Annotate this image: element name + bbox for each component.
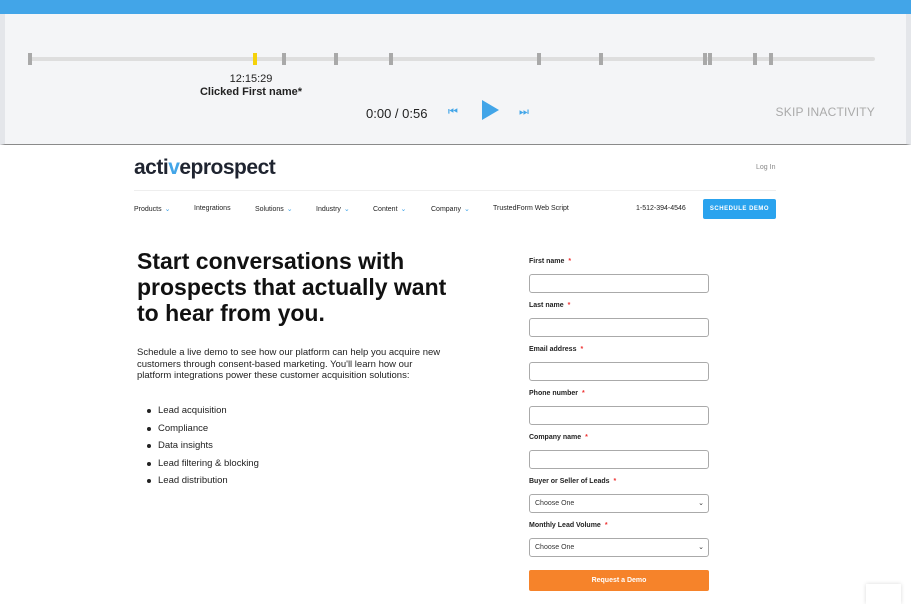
play-icon[interactable] [482, 100, 499, 120]
list-item: Compliance [147, 423, 259, 441]
nav-item[interactable]: Industry ⌄ [316, 205, 350, 213]
nav-item[interactable]: Products ⌄ [134, 205, 171, 213]
nav-label: Company [431, 206, 461, 213]
field-label: Buyer or Seller of Leads * [529, 478, 709, 489]
chevron-down-icon: ⌄ [698, 544, 704, 551]
text-input[interactable] [529, 274, 709, 293]
required-mark: * [568, 258, 572, 265]
required-mark: * [580, 346, 584, 353]
select-field[interactable]: Choose One ⌄ [529, 538, 709, 557]
label-text: Email address [529, 346, 577, 353]
required-mark: * [613, 478, 617, 485]
timeline-marker[interactable] [537, 53, 541, 65]
field-label: Phone number * [529, 390, 709, 401]
nav-item[interactable]: Content ⌄ [373, 205, 406, 213]
text-input[interactable] [529, 362, 709, 381]
chevron-down-icon: ⌄ [343, 206, 350, 213]
time-display: 0:00 / 0:56 [366, 106, 428, 121]
phone-number[interactable]: 1-512-394-4546 [636, 205, 686, 212]
demo-form: First name * Last name * Email address * Phone… [529, 258, 709, 591]
logo-text: eprospect [179, 156, 276, 179]
required-mark: * [604, 522, 608, 529]
nav-item[interactable]: Integrations [194, 205, 231, 212]
timeline-marker[interactable] [599, 53, 603, 65]
label-text: First name [529, 258, 565, 265]
logo-accent: v [168, 156, 180, 179]
timeline-marker[interactable] [708, 53, 712, 65]
label-text: Last name [529, 302, 564, 309]
text-input[interactable] [529, 450, 709, 469]
field-label: Email address * [529, 346, 709, 357]
list-item: Data insights [147, 440, 259, 458]
chevron-down-icon: ⌄ [400, 206, 407, 213]
nav-item[interactable]: TrustedForm Web Script [493, 205, 569, 212]
timeline-marker[interactable] [389, 53, 393, 65]
field-label: Monthly Lead Volume * [529, 522, 709, 533]
logo-text: acti [134, 156, 169, 179]
field-label: Last name * [529, 302, 709, 313]
skip-back-icon[interactable]: ⏮ [448, 106, 458, 119]
nav-item[interactable]: Solutions ⌄ [255, 205, 293, 213]
timeline-marker[interactable] [769, 53, 773, 65]
logo[interactable]: activeprospect [134, 156, 276, 180]
chevron-down-icon: ⌄ [286, 206, 293, 213]
nav-label: TrustedForm Web Script [493, 205, 569, 212]
label-text: Buyer or Seller of Leads [529, 478, 610, 485]
tooltip-time: 12:15:29 [229, 73, 273, 85]
field-label: Company name * [529, 434, 709, 445]
top-accent-bar [0, 0, 911, 14]
timeline-marker[interactable] [334, 53, 338, 65]
timeline-marker-active[interactable] [253, 53, 257, 65]
request-demo-button[interactable]: Request a Demo [529, 570, 709, 591]
page-title: Start conversations with prospects that … [137, 248, 447, 326]
select-value: Choose One [535, 500, 575, 507]
chevron-down-icon: ⌄ [164, 206, 171, 213]
label-text: Phone number [529, 390, 579, 397]
nav-label: Content [373, 206, 398, 213]
nav-label: Integrations [194, 205, 231, 212]
label-text: Company name [529, 434, 582, 441]
timeline-marker[interactable] [703, 53, 707, 65]
timeline-marker[interactable] [282, 53, 286, 65]
skip-forward-icon[interactable]: ⏭ [519, 106, 529, 119]
timeline-track[interactable] [30, 57, 875, 61]
required-mark: * [585, 434, 588, 441]
solutions-list: Lead acquisition Compliance Data insight… [147, 405, 259, 493]
chat-widget[interactable] [866, 584, 901, 604]
divider [134, 190, 776, 191]
timeline-marker[interactable] [753, 53, 757, 65]
select-value: Choose One [535, 544, 575, 551]
event-tooltip: 12:15:29 Clicked First name* [181, 73, 321, 99]
list-item: Lead distribution [147, 475, 259, 493]
nav-label: Industry [316, 206, 341, 213]
list-item: Lead acquisition [147, 405, 259, 423]
chevron-down-icon: ⌄ [698, 500, 704, 507]
timeline-marker[interactable] [28, 53, 32, 65]
required-mark: * [567, 302, 571, 309]
text-input[interactable] [529, 318, 709, 337]
field-label: First name * [529, 258, 709, 269]
nav-label: Solutions [255, 206, 284, 213]
chevron-down-icon: ⌄ [463, 206, 470, 213]
skip-inactivity-toggle[interactable]: SKIP INACTIVITY [776, 105, 875, 119]
nav-item[interactable]: Company ⌄ [431, 205, 470, 213]
intro-text: Schedule a live demo to see how our plat… [137, 347, 441, 381]
required-mark: * [582, 390, 585, 397]
login-link[interactable]: Log In [756, 164, 775, 171]
tooltip-event: Clicked First name* [199, 86, 303, 98]
select-field[interactable]: Choose One ⌄ [529, 494, 709, 513]
schedule-demo-button[interactable]: SCHEDULE DEMO [703, 199, 776, 219]
list-item: Lead filtering & blocking [147, 458, 259, 476]
session-player [0, 14, 911, 145]
text-input[interactable] [529, 406, 709, 425]
label-text: Monthly Lead Volume [529, 522, 601, 529]
nav-label: Products [134, 206, 162, 213]
